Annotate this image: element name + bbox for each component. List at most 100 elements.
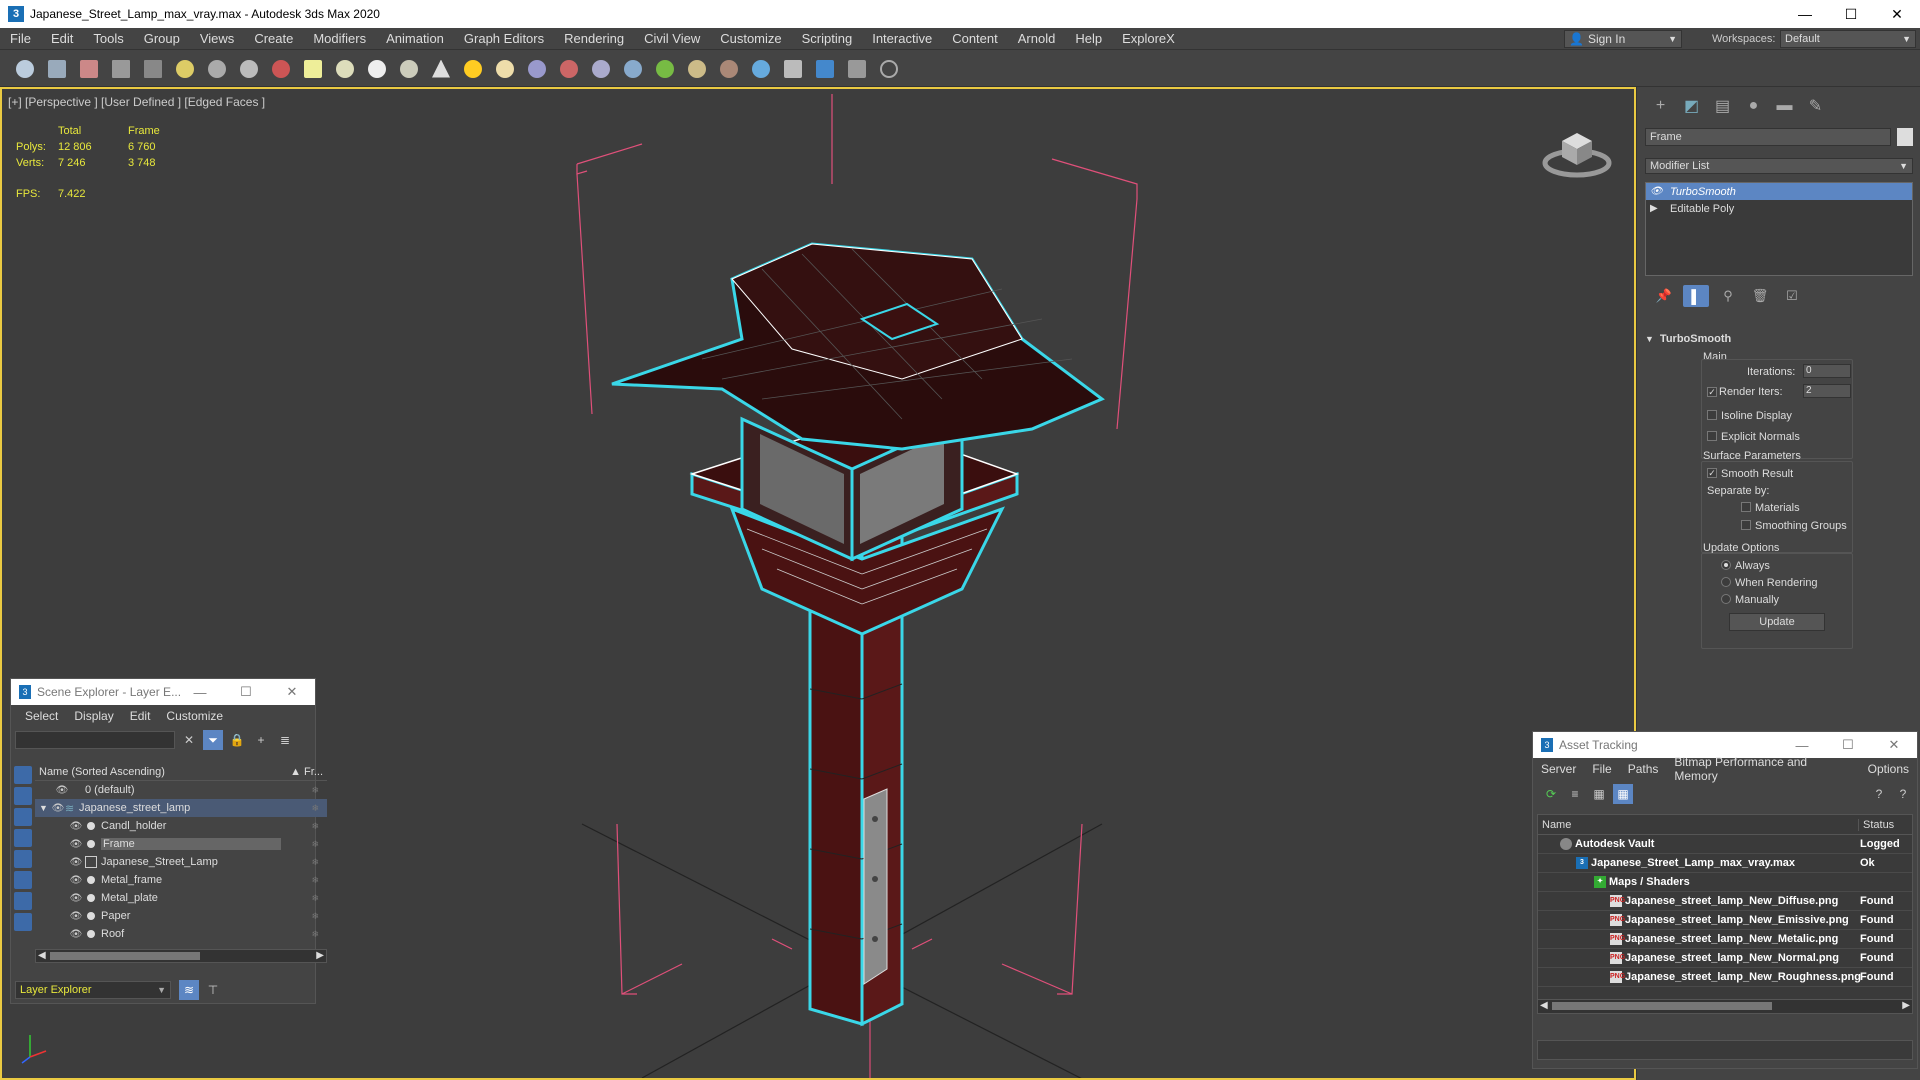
freeze-icon[interactable]: ❄ — [311, 857, 319, 868]
object-row[interactable]: 👁 Paper ❄ — [35, 907, 327, 925]
freeze-icon[interactable]: ❄ — [311, 821, 319, 832]
redo-icon[interactable] — [44, 56, 70, 82]
eye-icon[interactable]: 👁 — [69, 857, 83, 868]
asset-path-field[interactable] — [1537, 1040, 1913, 1060]
help-icon[interactable] — [876, 56, 902, 82]
render-iters-spinner[interactable]: 2 — [1803, 384, 1851, 398]
display-tab-icon[interactable]: ▬ — [1769, 95, 1800, 117]
sign-in-dropdown[interactable]: 👤 Sign In ▼ — [1564, 30, 1682, 48]
eye-icon[interactable]: 👁 — [1650, 186, 1670, 197]
eye-icon[interactable]: 👁 — [69, 821, 83, 832]
object-row[interactable]: 👁 Metal_frame ❄ — [35, 871, 327, 889]
maximize-icon[interactable]: ☐ — [223, 679, 269, 705]
object-color-swatch[interactable] — [1897, 128, 1913, 146]
hierarchy-mode-icon[interactable]: ⊤ — [203, 980, 223, 1000]
horizontal-scrollbar[interactable]: ◀ ▶ — [1538, 999, 1912, 1013]
object-row[interactable]: 👁 Frame ❄ — [35, 835, 327, 853]
remove-modifier-icon[interactable]: 🗑 — [1747, 285, 1773, 307]
menu-tools[interactable]: Tools — [83, 31, 133, 46]
eye-icon[interactable]: 👁 — [55, 785, 69, 796]
name-column-header[interactable]: Name — [1538, 819, 1858, 831]
menu-rendering[interactable]: Rendering — [554, 31, 634, 46]
menu-modifiers[interactable]: Modifiers — [303, 31, 376, 46]
fog-icon[interactable] — [716, 56, 742, 82]
when-rendering-radio[interactable] — [1721, 577, 1731, 587]
sphere-icon[interactable] — [364, 56, 390, 82]
eye-icon[interactable]: 👁 — [51, 803, 65, 814]
render-region-icon[interactable] — [812, 56, 838, 82]
materials-checkbox[interactable] — [1741, 502, 1751, 512]
stack-item-editable-poly[interactable]: ▶ Editable Poly — [1646, 200, 1912, 217]
close-icon[interactable]: ✕ — [1871, 732, 1917, 758]
utilities-tab-icon[interactable]: ✎ — [1800, 95, 1831, 117]
groups-filter-icon[interactable] — [14, 892, 32, 910]
proxy-icon[interactable] — [556, 56, 582, 82]
geometry-filter-icon[interactable] — [14, 766, 32, 784]
menu-paths[interactable]: Paths — [1620, 762, 1667, 776]
freeze-icon[interactable]: ❄ — [311, 893, 319, 904]
status-column-header[interactable]: Status — [1858, 818, 1894, 831]
scroll-left-icon[interactable]: ◀ — [1540, 1000, 1548, 1011]
menu-bitmap-performance[interactable]: Bitmap Performance and Memory — [1666, 755, 1859, 783]
menu-server[interactable]: Server — [1533, 762, 1584, 776]
box-icon[interactable] — [300, 56, 326, 82]
render-icon[interactable] — [748, 56, 774, 82]
asset-row[interactable]: PNG Japanese_street_lamp_New_Diffuse.png … — [1538, 892, 1912, 911]
scene-search-input[interactable] — [15, 731, 175, 749]
cone-icon[interactable] — [428, 56, 454, 82]
modifier-list-dropdown[interactable]: Modifier List ▼ — [1645, 158, 1913, 174]
menu-file[interactable]: File — [0, 31, 41, 46]
menu-content[interactable]: Content — [942, 31, 1008, 46]
scroll-right-icon[interactable]: ▶ — [316, 950, 324, 961]
freeze-icon[interactable]: ❄ — [311, 803, 319, 814]
xrefs-filter-icon[interactable] — [14, 913, 32, 931]
smoothing-groups-checkbox[interactable] — [1741, 520, 1751, 530]
scroll-thumb[interactable] — [1552, 1002, 1772, 1010]
freeze-icon[interactable]: ❄ — [311, 911, 319, 922]
menu-views[interactable]: Views — [190, 31, 244, 46]
layer-row[interactable]: ▼ 👁 ≋ Japanese_street_lamp ❄ — [35, 799, 327, 817]
layer-row[interactable]: 👁 0 (default) ❄ — [35, 781, 327, 799]
menu-file[interactable]: File — [1584, 762, 1619, 776]
collapse-arrow-icon[interactable]: ▼ — [39, 803, 51, 813]
object-row[interactable]: 👁 Metal_plate ❄ — [35, 889, 327, 907]
grid-icon[interactable] — [140, 56, 166, 82]
asset-row[interactable]: ✦ Maps / Shaders — [1538, 873, 1912, 892]
layer-mode-icon[interactable]: ≋ — [179, 980, 199, 1000]
material-icon[interactable] — [268, 56, 294, 82]
freeze-icon[interactable]: ❄ — [311, 875, 319, 886]
frame-buffer-icon[interactable] — [780, 56, 806, 82]
particle-icon[interactable] — [204, 56, 230, 82]
fur-icon[interactable] — [620, 56, 646, 82]
tree-view-icon[interactable]: ▦ — [1589, 784, 1609, 804]
menu-customize[interactable]: Customize — [710, 31, 791, 46]
iterations-spinner[interactable]: 0 — [1803, 364, 1851, 378]
manually-radio[interactable] — [1721, 594, 1731, 604]
modify-tab-icon[interactable]: ◩ — [1676, 95, 1707, 117]
menu-civil-view[interactable]: Civil View — [634, 31, 710, 46]
freeze-icon[interactable]: ❄ — [311, 929, 319, 940]
eye-icon[interactable]: 👁 — [69, 875, 83, 886]
make-unique-icon[interactable]: ⚲ — [1715, 285, 1741, 307]
asset-row[interactable]: 3 Japanese_Street_Lamp_max_vray.max Ok — [1538, 854, 1912, 873]
eye-icon[interactable]: 👁 — [69, 929, 83, 940]
menu-edit[interactable]: Edit — [122, 709, 159, 723]
layers-icon[interactable]: ≣ — [275, 730, 295, 750]
object-row[interactable]: 👁 Roof ❄ — [35, 925, 327, 943]
eye-icon[interactable]: 👁 — [69, 911, 83, 922]
minimize-icon[interactable]: — — [1779, 732, 1825, 758]
minimize-icon[interactable]: — — [177, 679, 223, 705]
spacewarps-filter-icon[interactable] — [14, 871, 32, 889]
pin-stack-icon[interactable]: 📌 — [1651, 285, 1677, 307]
undo-icon[interactable] — [12, 56, 38, 82]
menu-edit[interactable]: Edit — [41, 31, 83, 46]
asset-row[interactable]: PNG Japanese_street_lamp_New_Roughness.pn… — [1538, 968, 1912, 987]
object-name-field[interactable]: Frame — [1645, 128, 1891, 146]
menu-display[interactable]: Display — [66, 709, 121, 723]
expand-arrow-icon[interactable]: ▶ — [1650, 203, 1670, 214]
menu-customize[interactable]: Customize — [158, 709, 231, 723]
hf-icon[interactable] — [684, 56, 710, 82]
render-iters-checkbox[interactable]: ✓ — [1707, 387, 1717, 397]
light-lister-icon[interactable] — [172, 56, 198, 82]
filter-icon[interactable]: ⏷ — [203, 730, 223, 750]
